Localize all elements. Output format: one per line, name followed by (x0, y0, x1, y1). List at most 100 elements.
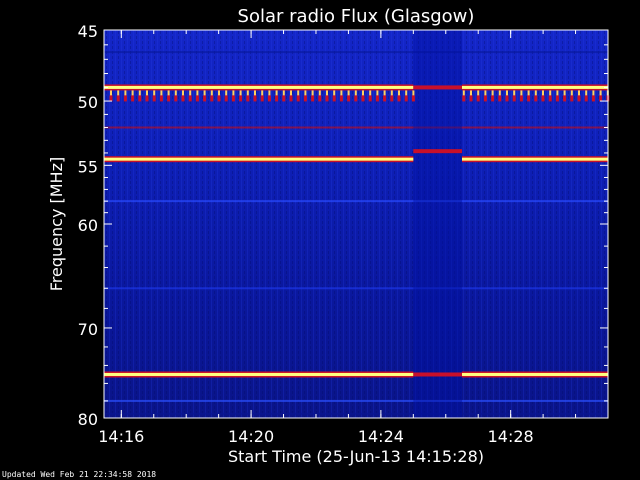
x-axis-label: Start Time (25-Jun-13 14:15:28) (228, 447, 484, 466)
spike-mark (189, 90, 192, 96)
spike-mark (146, 90, 148, 96)
spike-mark (340, 90, 343, 96)
spike-mark (397, 95, 401, 102)
spike-mark (174, 95, 178, 102)
spike-mark (282, 95, 286, 102)
spike-mark (160, 90, 163, 96)
faint-band (104, 412, 608, 415)
spike-mark (275, 95, 279, 102)
emission-band (104, 84, 608, 91)
spike-mark (138, 95, 142, 102)
spike-mark (383, 95, 387, 102)
spike-mark (354, 95, 358, 102)
spike-mark (491, 95, 495, 102)
spike-mark (520, 90, 523, 96)
spike-mark (116, 95, 120, 102)
spike-mark (152, 95, 156, 102)
spike-mark (585, 90, 588, 96)
emission-band (104, 371, 608, 378)
spectrogram-chart: 45 50 55 60 70 80 14:16 14:20 14:24 14:28 Solar … (47, 6, 610, 466)
faint-band (104, 399, 608, 402)
spike-mark (462, 95, 466, 102)
y-tick-label: 80 (78, 410, 98, 429)
spike-mark (498, 95, 502, 102)
spike-mark (332, 95, 336, 102)
spike-mark (153, 90, 156, 96)
spike-mark (369, 90, 372, 96)
spike-mark (124, 90, 127, 96)
x-tick-label: 14:20 (228, 427, 274, 446)
spike-mark (325, 95, 329, 102)
spike-mark (253, 95, 257, 102)
spike-mark (599, 95, 603, 102)
spike-mark (282, 90, 285, 96)
chart-title: Solar radio Flux (Glasgow) (238, 6, 475, 27)
spike-mark (383, 90, 386, 96)
spike-mark (203, 95, 207, 102)
spike-mark (290, 90, 292, 96)
spike-mark (527, 95, 531, 102)
spike-mark (570, 95, 574, 102)
spike-mark (296, 95, 300, 102)
spike-mark (577, 95, 581, 102)
spike-mark (326, 90, 328, 96)
spike-mark (563, 90, 566, 96)
spike-mark (246, 90, 249, 96)
spike-mark (541, 95, 545, 102)
spike-mark (188, 95, 192, 102)
spike-mark (267, 95, 271, 102)
spike-mark (225, 90, 228, 96)
spike-mark (159, 95, 163, 102)
band-core (104, 157, 414, 161)
spike-mark (196, 90, 199, 96)
spike-mark (167, 90, 170, 96)
spike-mark (239, 95, 243, 102)
spike-mark (375, 95, 379, 102)
spike-mark (591, 95, 595, 102)
spike-mark (491, 90, 494, 96)
y-tick-label: 50 (78, 93, 98, 112)
spike-mark (563, 95, 567, 102)
spike-mark (527, 90, 530, 96)
spike-mark (362, 90, 364, 96)
y-tick-label: 60 (78, 216, 98, 235)
faint-band (104, 200, 608, 203)
spike-mark (462, 90, 465, 96)
faint-band (104, 126, 608, 129)
x-tick-label: 14:28 (488, 427, 534, 446)
faint-band (104, 51, 608, 54)
spike-mark (469, 95, 473, 102)
spike-mark (411, 95, 415, 102)
spike-mark (260, 95, 264, 102)
spike-mark (570, 90, 573, 96)
spike-mark (303, 95, 307, 102)
spike-mark (268, 90, 271, 96)
spike-mark (167, 95, 171, 102)
spike-mark (506, 90, 508, 96)
spike-mark (289, 95, 293, 102)
spike-mark (578, 90, 580, 96)
spike-mark (390, 90, 393, 96)
spike-mark (182, 90, 184, 96)
spike-mark (484, 90, 487, 96)
spike-mark (254, 90, 256, 96)
spike-mark (512, 95, 516, 102)
spike-mark (584, 95, 588, 102)
spike-mark (476, 95, 480, 102)
spike-mark (347, 90, 350, 96)
y-tick-label: 70 (78, 320, 98, 339)
spike-mark (224, 95, 228, 102)
spike-mark (138, 90, 141, 96)
spike-mark (275, 90, 278, 96)
x-tick-label: 14:16 (98, 427, 144, 446)
spike-mark (232, 90, 235, 96)
spike-mark (354, 90, 357, 96)
spike-mark (145, 95, 149, 102)
spike-mark (404, 95, 408, 102)
spike-mark (592, 90, 595, 96)
spike-mark (368, 95, 372, 102)
spike-mark (555, 95, 559, 102)
spike-mark (470, 90, 472, 96)
spike-mark (477, 90, 480, 96)
band-core (461, 157, 608, 161)
